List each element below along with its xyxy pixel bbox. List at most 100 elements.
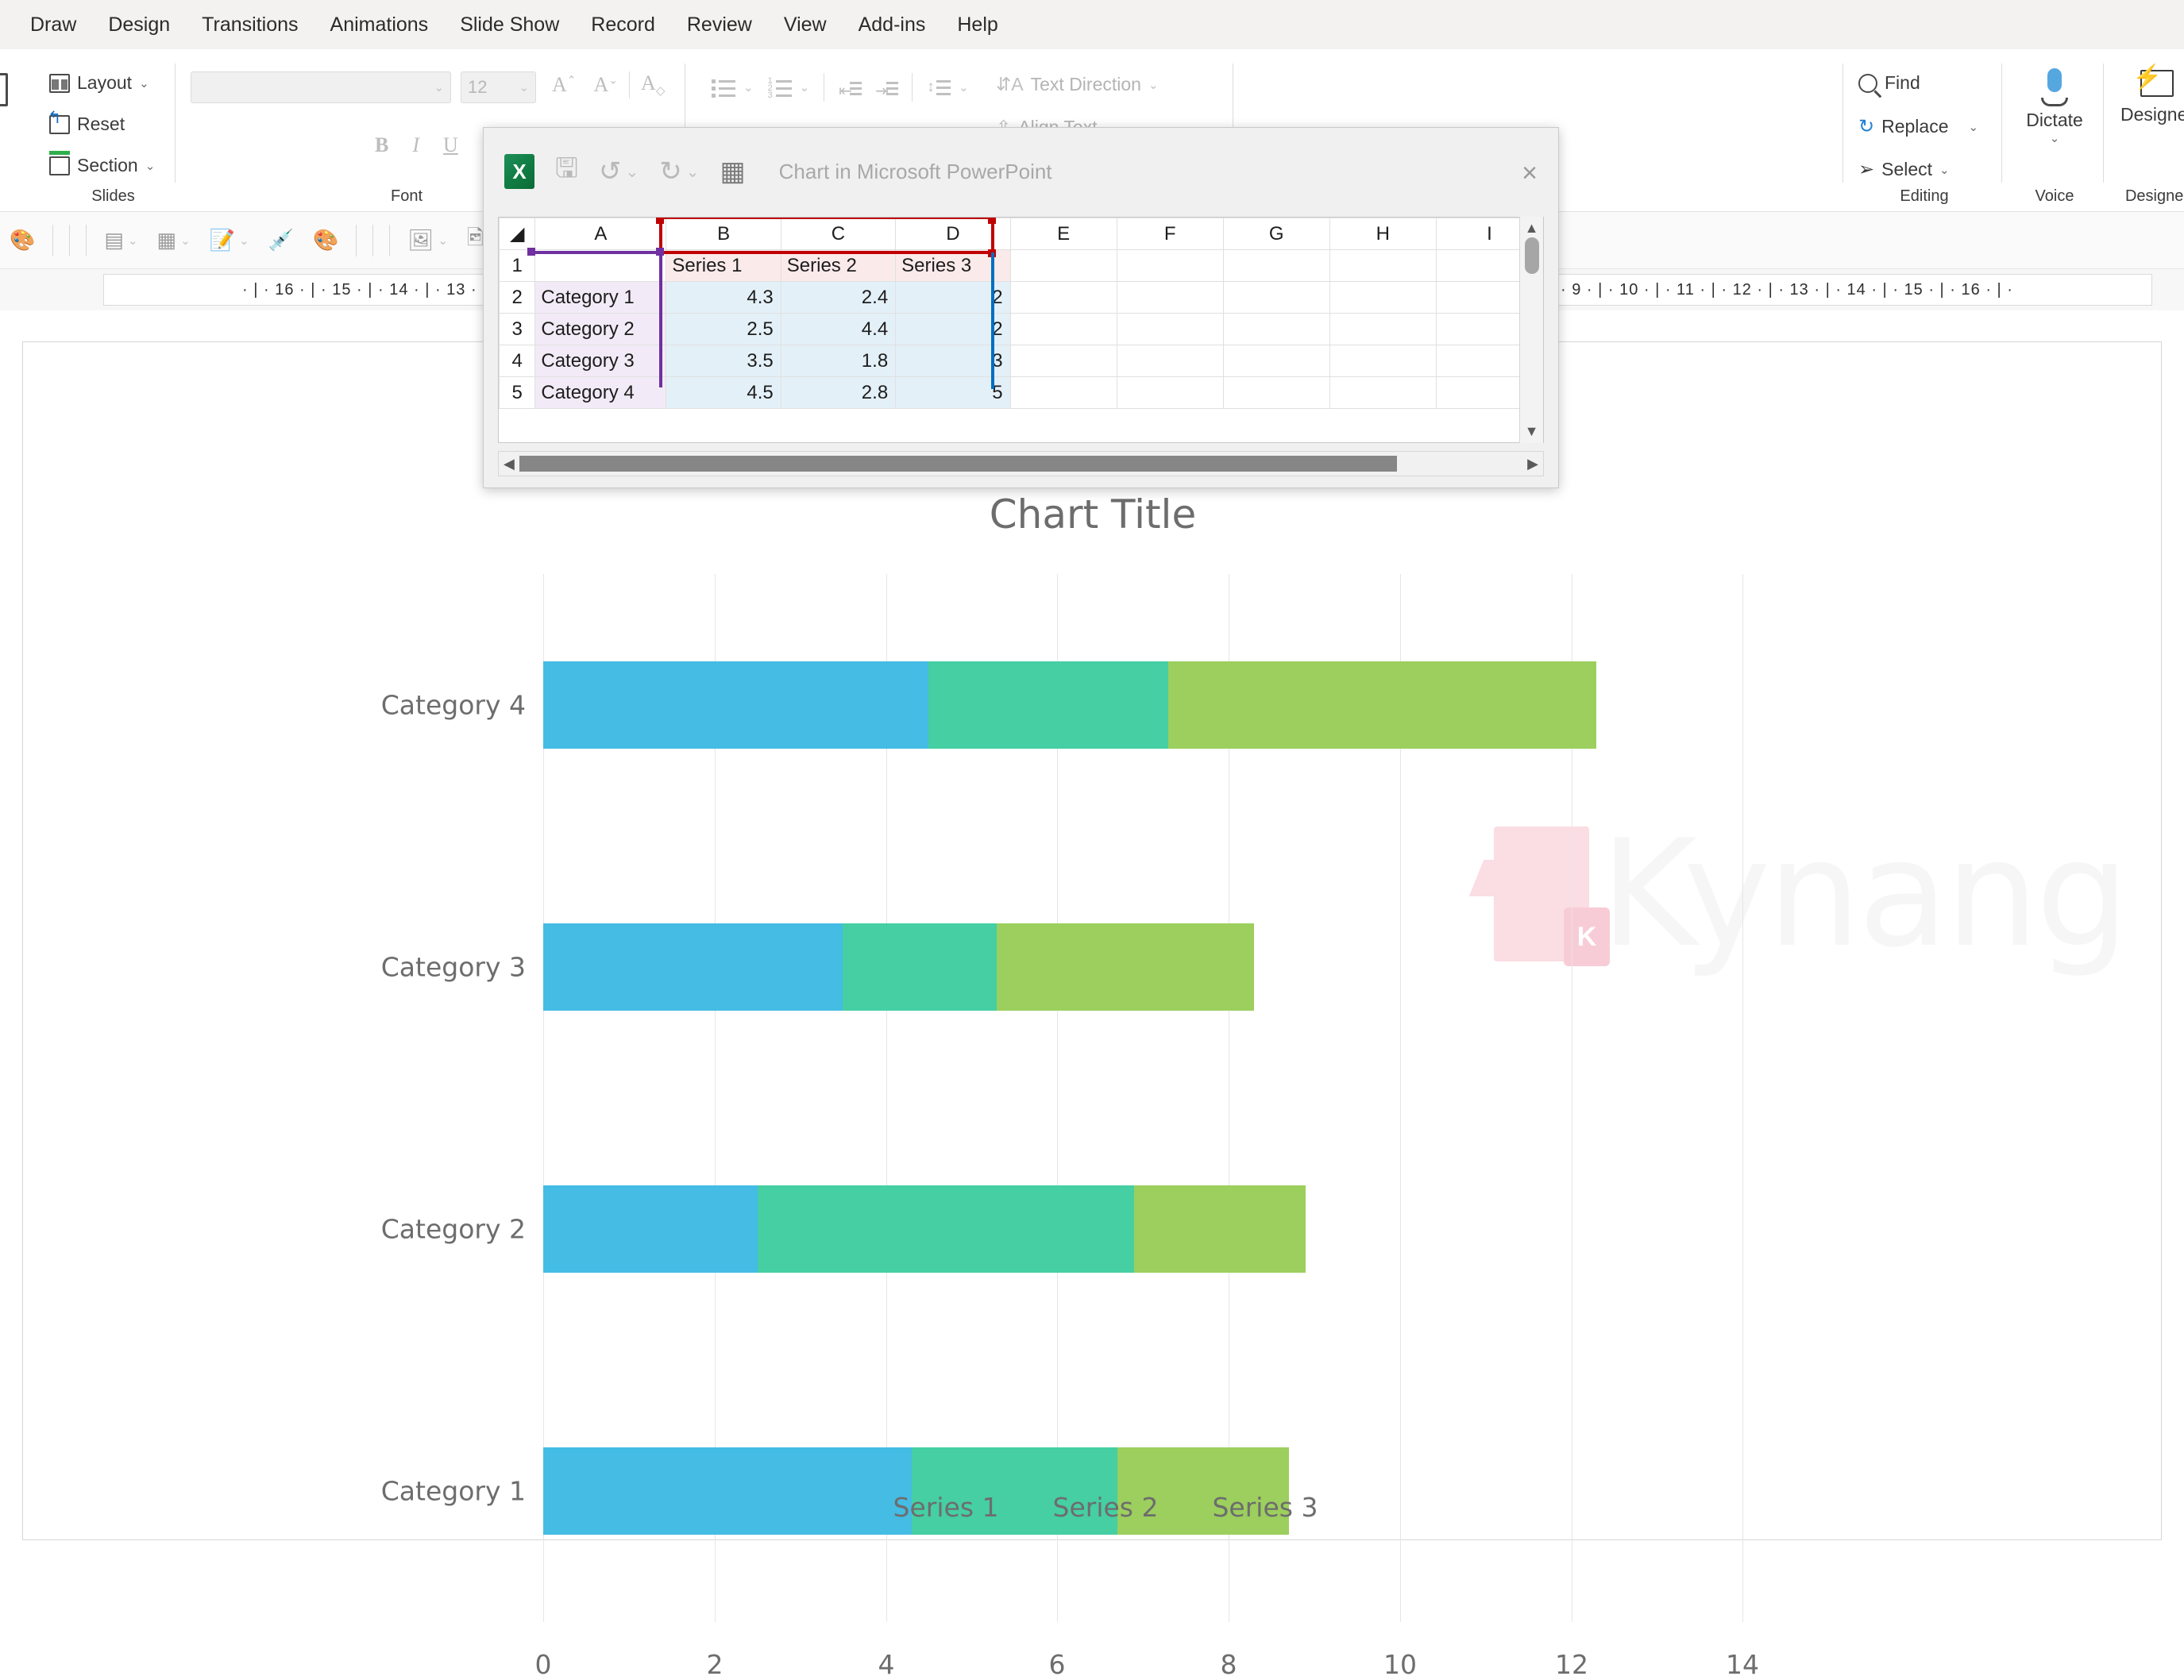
cell-e5[interactable] bbox=[1009, 376, 1117, 409]
new-slide-button[interactable]: w e ⌄ bbox=[0, 73, 8, 154]
bar-segment-series-3[interactable] bbox=[1134, 1185, 1306, 1273]
cell-h2[interactable] bbox=[1329, 281, 1437, 314]
decrease-font-size-button[interactable]: A⌄ bbox=[588, 73, 625, 97]
tab-animations[interactable]: Animations bbox=[316, 9, 443, 41]
table-row[interactable]: 3 Category 2 2.5 4.4 2 bbox=[499, 313, 1543, 345]
bar-segment-series-1[interactable] bbox=[543, 1185, 758, 1273]
spreadsheet-grid[interactable]: ◢ A B C D E F G H I 1 Series 1 Series 2 … bbox=[498, 217, 1544, 443]
tab-add-ins[interactable]: Add-ins bbox=[844, 9, 940, 41]
range-handle[interactable] bbox=[656, 218, 664, 224]
legend-item-series-3[interactable]: Series 3 bbox=[1187, 1492, 1318, 1523]
cell-f1[interactable] bbox=[1116, 249, 1224, 282]
cell-c5[interactable]: 2.8 bbox=[780, 376, 897, 409]
chart-data-window[interactable]: X 🖫 ↺ ⌄ ↻ ⌄ ▦ Chart in Microsoft PowerPoin… bbox=[483, 127, 1559, 488]
row-header-3[interactable]: 3 bbox=[499, 313, 536, 345]
font-name-combo[interactable]: ⌄ bbox=[191, 71, 451, 103]
range-handle[interactable] bbox=[656, 248, 664, 256]
cell-e4[interactable] bbox=[1009, 345, 1117, 377]
spreadsheet-table[interactable]: ◢ A B C D E F G H I 1 Series 1 Series 2 … bbox=[499, 218, 1543, 409]
cell-h5[interactable] bbox=[1329, 376, 1437, 409]
cell-b3[interactable]: 2.5 bbox=[666, 313, 781, 345]
chart-legend[interactable]: Series 1 Series 2 Series 3 bbox=[23, 1492, 2163, 1523]
tab-draw[interactable]: Draw bbox=[16, 9, 91, 41]
ink-color-palette-icon[interactable]: 🎨 bbox=[3, 226, 41, 254]
cell-b1[interactable]: Series 1 bbox=[666, 249, 781, 282]
stacked-bar[interactable] bbox=[543, 1185, 1306, 1273]
slide-canvas[interactable]: K Kynang Chart Title Category 4 Category… bbox=[22, 341, 2163, 1680]
underline-button[interactable]: U bbox=[437, 133, 465, 157]
ink-color-icon[interactable]: 🎨 bbox=[307, 226, 345, 254]
stacked-bar[interactable] bbox=[543, 661, 1596, 749]
chevron-down-icon[interactable]: ⌄ bbox=[959, 80, 969, 94]
bar-segment-series-1[interactable] bbox=[543, 661, 928, 749]
select-button[interactable]: ➢ Select ⌄ bbox=[1854, 156, 1954, 183]
column-header-g[interactable]: G bbox=[1222, 218, 1330, 250]
cell-h1[interactable] bbox=[1329, 249, 1437, 282]
edit-data-in-excel-icon[interactable]: ▦ bbox=[720, 156, 746, 187]
line-spacing-icon[interactable]: ↕ bbox=[927, 77, 951, 98]
insert-picture-icon[interactable]: 🖼 ⌄ bbox=[401, 226, 454, 254]
scroll-left-icon[interactable]: ◀ bbox=[504, 456, 515, 472]
spreadsheet-vertical-scrollbar[interactable]: ▲ ▼ bbox=[1519, 217, 1543, 443]
table-row[interactable]: 5 Category 4 4.5 2.8 5 bbox=[499, 376, 1543, 409]
tab-help[interactable]: Help bbox=[943, 9, 1012, 41]
range-handle[interactable] bbox=[527, 248, 535, 256]
cell-c4[interactable]: 1.8 bbox=[780, 345, 897, 377]
numbering-icon[interactable]: 1 2 3 bbox=[768, 76, 792, 100]
column-header-f[interactable]: F bbox=[1116, 218, 1224, 250]
cell-b4[interactable]: 3.5 bbox=[666, 345, 781, 377]
scroll-down-icon[interactable]: ▼ bbox=[1525, 423, 1539, 440]
bar-segment-series-2[interactable] bbox=[758, 1185, 1134, 1273]
layout-button[interactable]: Layout ⌄ bbox=[44, 70, 154, 96]
chevron-down-icon[interactable]: ⌄ bbox=[2008, 131, 2101, 145]
cell-e3[interactable] bbox=[1009, 313, 1117, 345]
cell-f2[interactable] bbox=[1116, 281, 1224, 314]
bar-segment-series-3[interactable] bbox=[1168, 661, 1596, 749]
cell-h3[interactable] bbox=[1329, 313, 1437, 345]
tab-design[interactable]: Design bbox=[94, 9, 184, 41]
cell-g3[interactable] bbox=[1222, 313, 1330, 345]
decrease-indent-icon[interactable]: ⇤ bbox=[839, 78, 862, 100]
cell-g5[interactable] bbox=[1222, 376, 1330, 409]
redo-icon[interactable]: ↻ ⌄ bbox=[659, 156, 699, 187]
dictate-button[interactable]: Dictate ⌄ bbox=[2008, 68, 2101, 145]
cell-g4[interactable] bbox=[1222, 345, 1330, 377]
legend-item-series-1[interactable]: Series 1 bbox=[867, 1492, 999, 1523]
line-thickness-icon[interactable]: ▤ ⌄ bbox=[98, 226, 144, 254]
designer-button[interactable]: ⚡ Designer bbox=[2109, 64, 2184, 125]
cell-c2[interactable]: 2.4 bbox=[780, 281, 897, 314]
column-header-b[interactable]: B bbox=[666, 218, 781, 250]
cell-a5[interactable]: Category 4 bbox=[534, 376, 667, 409]
section-button[interactable]: Section ⌄ bbox=[44, 150, 160, 179]
select-all-corner[interactable]: ◢ bbox=[499, 218, 536, 250]
cell-g1[interactable] bbox=[1222, 249, 1330, 282]
row-header-4[interactable]: 4 bbox=[499, 345, 536, 377]
cell-b5[interactable]: 4.5 bbox=[666, 376, 781, 409]
bullets-icon[interactable] bbox=[712, 77, 735, 98]
tab-review[interactable]: Review bbox=[673, 9, 766, 41]
close-icon[interactable]: × bbox=[1522, 158, 1538, 189]
cell-g2[interactable] bbox=[1222, 281, 1330, 314]
column-header-a[interactable]: A bbox=[534, 218, 667, 250]
bar-segment-series-1[interactable] bbox=[543, 923, 843, 1011]
save-icon[interactable]: 🖫 bbox=[555, 149, 578, 195]
cell-e1[interactable] bbox=[1009, 249, 1117, 282]
legend-item-series-2[interactable]: Series 2 bbox=[1027, 1492, 1158, 1523]
table-row[interactable]: 4 Category 3 3.5 1.8 3 bbox=[499, 345, 1543, 377]
chart-title[interactable]: Chart Title bbox=[23, 491, 2163, 538]
cell-f4[interactable] bbox=[1116, 345, 1224, 377]
reset-button[interactable]: Reset bbox=[44, 108, 129, 137]
cell-c1[interactable]: Series 2 bbox=[780, 249, 897, 282]
eyedropper-icon[interactable]: 💉 bbox=[262, 226, 300, 254]
bar-segment-series-2[interactable] bbox=[843, 923, 997, 1011]
tab-record[interactable]: Record bbox=[577, 9, 669, 41]
ink-to-shape-icon[interactable]: 📝 ⌄ bbox=[203, 226, 256, 254]
cell-b2[interactable]: 4.3 bbox=[666, 281, 781, 314]
tab-transitions[interactable]: Transitions bbox=[187, 9, 312, 41]
spreadsheet-horizontal-scrollbar[interactable]: ◀ ▶ bbox=[498, 451, 1544, 476]
cell-e2[interactable] bbox=[1009, 281, 1117, 314]
scroll-up-icon[interactable]: ▲ bbox=[1525, 220, 1539, 237]
table-row[interactable]: 2 Category 1 4.3 2.4 2 bbox=[499, 281, 1543, 314]
range-handle[interactable] bbox=[988, 218, 996, 224]
cell-f5[interactable] bbox=[1116, 376, 1224, 409]
